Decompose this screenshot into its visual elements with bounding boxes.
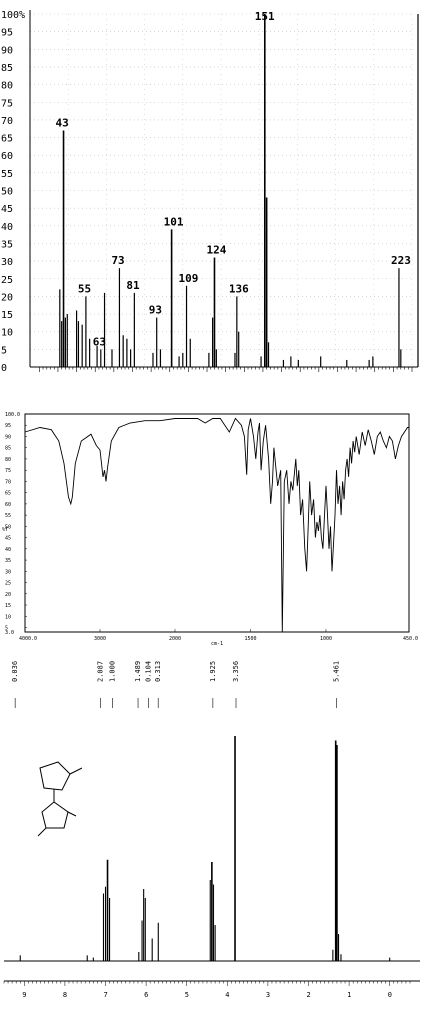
- ms-y-tick-label: 35: [1, 239, 13, 250]
- nmr-spectrum: 9 8 7 6 5 4 3 2 1 0 0.036 2.087 1.000 1.489 0.104 0.313…: [3, 661, 420, 999]
- nmr-integration-label: 1.925: [209, 661, 217, 682]
- nmr-structure-drawing: [37, 761, 83, 837]
- ms-y-tick-label: 25: [1, 275, 13, 286]
- ms-peak-label: 43: [56, 116, 69, 129]
- nmr-integration-label: 0.313: [154, 661, 162, 682]
- nmr-x-tick-label: 7: [104, 991, 108, 999]
- nmr-x-tick-label: 4: [225, 991, 229, 999]
- nmr-integration-label: 1.000: [109, 661, 117, 682]
- ir-y-tick-label: 25: [5, 581, 11, 587]
- nmr-x-tick-label: 6: [144, 991, 148, 999]
- ir-plot-frame: [24, 413, 410, 633]
- ir-y-tick-label: 80: [5, 457, 11, 463]
- nmr-x-tick-label: 0: [388, 991, 392, 999]
- ms-y-tick-label: 0: [1, 363, 7, 374]
- nmr-x-tick-label: 2: [307, 991, 311, 999]
- ms-y-tick-label: 100%: [1, 10, 25, 21]
- nmr-x-tick-label: 1: [347, 991, 351, 999]
- ms-peak-label: 151: [255, 10, 275, 23]
- ir-y-tick-label: 60: [5, 502, 11, 508]
- ir-y-tick-label: 55: [5, 513, 11, 519]
- nmr-integration-label: 0.036: [11, 661, 19, 682]
- nmr-integration-label: 1.489: [134, 661, 142, 682]
- mass-spectrum: 100%959085807570656055504540353025201510…: [1, 10, 419, 374]
- nmr-integration-label: 3.356: [232, 661, 240, 682]
- ir-y-tick-label: 65: [5, 491, 11, 497]
- ms-peak-label: 109: [179, 272, 199, 285]
- ir-y-tick-label: 75: [5, 468, 11, 474]
- ir-x-tick-label: 2000: [169, 636, 181, 642]
- ir-spectrum: 100.095908580757065605550454035302520151…: [2, 412, 418, 647]
- ir-y-tick-label: 20: [5, 592, 11, 598]
- ir-y-tick-label: 70: [5, 479, 11, 485]
- ms-y-tick-label: 30: [1, 257, 13, 268]
- ms-y-tick-label: 45: [1, 204, 13, 215]
- ir-x-tick-label: 1500: [244, 636, 256, 642]
- ms-y-tick-label: 80: [1, 81, 13, 92]
- ir-y-tick-label: 85: [5, 446, 11, 452]
- ir-y-tick-label: 90: [5, 434, 11, 440]
- ir-y-tick-label: 3.0: [5, 630, 14, 636]
- ir-x-tick-label: 3000: [94, 636, 106, 642]
- ms-y-tick-label: 20: [1, 292, 13, 303]
- nmr-integration-label: 5.461: [333, 661, 341, 682]
- structure-methyl-bond: [67, 811, 77, 817]
- ms-y-tick-label: 50: [1, 187, 13, 198]
- ir-y-tick-label: 30: [5, 569, 11, 575]
- ir-y-tick-label: 10: [5, 614, 11, 620]
- ms-peak-label: 124: [206, 244, 226, 257]
- nmr-integration-label: 0.104: [144, 661, 152, 682]
- ir-x-tick-label: 450.0: [403, 636, 418, 642]
- ms-peak-label: 223: [391, 254, 411, 267]
- ms-y-tick-label: 60: [1, 151, 13, 162]
- ms-y-tick-label: 15: [1, 310, 13, 321]
- structure-ring-upper: [39, 761, 71, 791]
- ms-y-tick-label: 5: [1, 345, 7, 356]
- ms-y-tick-label: 75: [1, 98, 13, 109]
- ms-peak-label: 101: [164, 215, 184, 228]
- ms-y-tick-label: 55: [1, 169, 13, 180]
- ir-y-axis-label: %T: [2, 527, 8, 533]
- structure-methyl-bond: [37, 827, 47, 837]
- ir-x-tick-label: 1000: [320, 636, 332, 642]
- ms-y-tick-label: 95: [1, 28, 13, 39]
- ms-y-tick-label: 65: [1, 134, 13, 145]
- nmr-integration-label: 2.087: [96, 661, 104, 682]
- ms-peak-label: 136: [229, 282, 249, 295]
- ms-peak-label: 55: [78, 282, 91, 295]
- structure-ring-lower: [41, 801, 69, 829]
- ir-trace: [24, 417, 409, 633]
- ms-peak-label: 73: [111, 254, 124, 267]
- ir-x-tick-label: 4000.0: [19, 636, 37, 642]
- ir-y-tick-label: 35: [5, 558, 11, 564]
- ms-y-tick-label: 85: [1, 63, 13, 74]
- ir-y-tick-label: 100.0: [5, 412, 20, 418]
- ms-y-tick-label: 40: [1, 222, 13, 233]
- ir-x-axis-label: cm-1: [211, 641, 223, 647]
- ms-y-tick-label: 70: [1, 116, 13, 127]
- ir-y-tick-label: 95: [5, 423, 11, 429]
- nmr-x-tick-label: 8: [63, 991, 67, 999]
- nmr-x-tick-label: 9: [22, 991, 26, 999]
- structure-ester-bond: [69, 767, 83, 775]
- ms-peak-label: 93: [149, 304, 162, 317]
- ir-y-tick-label: 45: [5, 536, 11, 542]
- ms-peak-label: 63: [93, 335, 106, 348]
- ir-y-tick-label: 40: [5, 547, 11, 553]
- ms-y-tick-label: 90: [1, 45, 13, 56]
- nmr-x-tick-label: 5: [185, 991, 189, 999]
- ms-peak-label: 81: [126, 279, 140, 292]
- ir-y-tick-label: 15: [5, 603, 11, 609]
- ms-y-tick-label: 10: [1, 328, 13, 339]
- nmr-x-tick-label: 3: [266, 991, 270, 999]
